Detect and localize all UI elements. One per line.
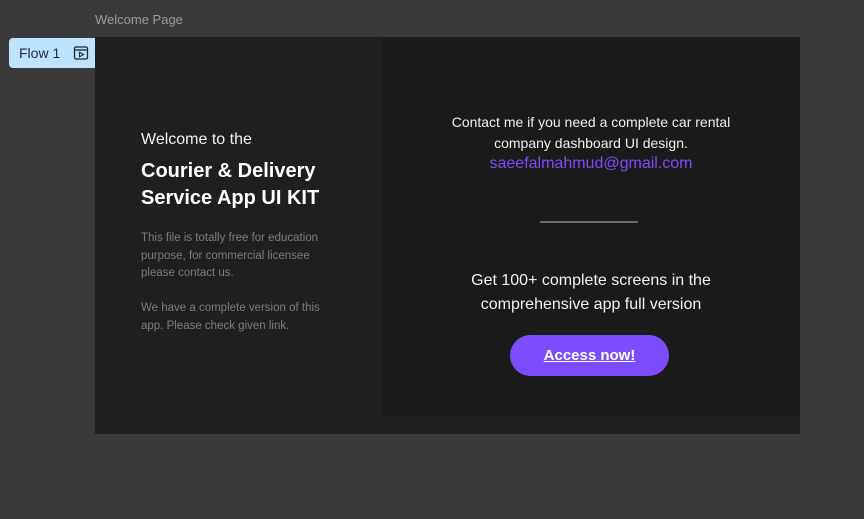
right-panel-footer	[382, 415, 800, 434]
promo-text: Get 100+ complete screens in the compreh…	[382, 269, 800, 317]
contact-text-line: company dashboard UI design.	[494, 135, 688, 151]
full-version-description: We have a complete version of this app. …	[141, 300, 351, 335]
promo-text-line: comprehensive app full version	[480, 296, 702, 313]
license-description-line: purpose, for commercial licensee	[141, 249, 310, 262]
welcome-text: Welcome to the	[141, 131, 252, 148]
divider	[540, 221, 638, 223]
right-panel: Contact me if you need a complete car re…	[382, 37, 800, 415]
left-panel: Welcome to the Courier & Delivery Servic…	[95, 37, 382, 434]
flow-label: Flow 1	[19, 45, 61, 61]
access-now-button[interactable]: Access now!	[510, 335, 669, 376]
license-description: This file is totally free for education …	[141, 230, 351, 283]
frame-title[interactable]: Welcome Page	[95, 12, 183, 27]
full-version-description-line: app. Please check given link.	[141, 319, 290, 332]
contact-text: Contact me if you need a complete car re…	[382, 112, 800, 154]
app-title: Courier & Delivery Service App UI KIT	[141, 158, 361, 212]
full-version-description-line: We have a complete version of this	[141, 302, 320, 314]
license-description-line: please contact us.	[141, 267, 234, 279]
app-title-line-1: Courier & Delivery	[141, 160, 316, 182]
play-frame-icon[interactable]	[73, 45, 89, 61]
flow-start-tag[interactable]: Flow 1	[9, 38, 95, 68]
license-description-line: This file is totally free for education	[141, 232, 319, 244]
promo-text-line: Get 100+ complete screens in the	[471, 272, 711, 289]
contact-text-line: Contact me if you need a complete car re…	[451, 114, 731, 130]
contact-email[interactable]: saeefalmahmud@gmail.com	[382, 155, 800, 173]
app-title-line-2: Service App UI KIT	[141, 187, 320, 209]
welcome-frame[interactable]: Welcome to the Courier & Delivery Servic…	[95, 37, 800, 434]
